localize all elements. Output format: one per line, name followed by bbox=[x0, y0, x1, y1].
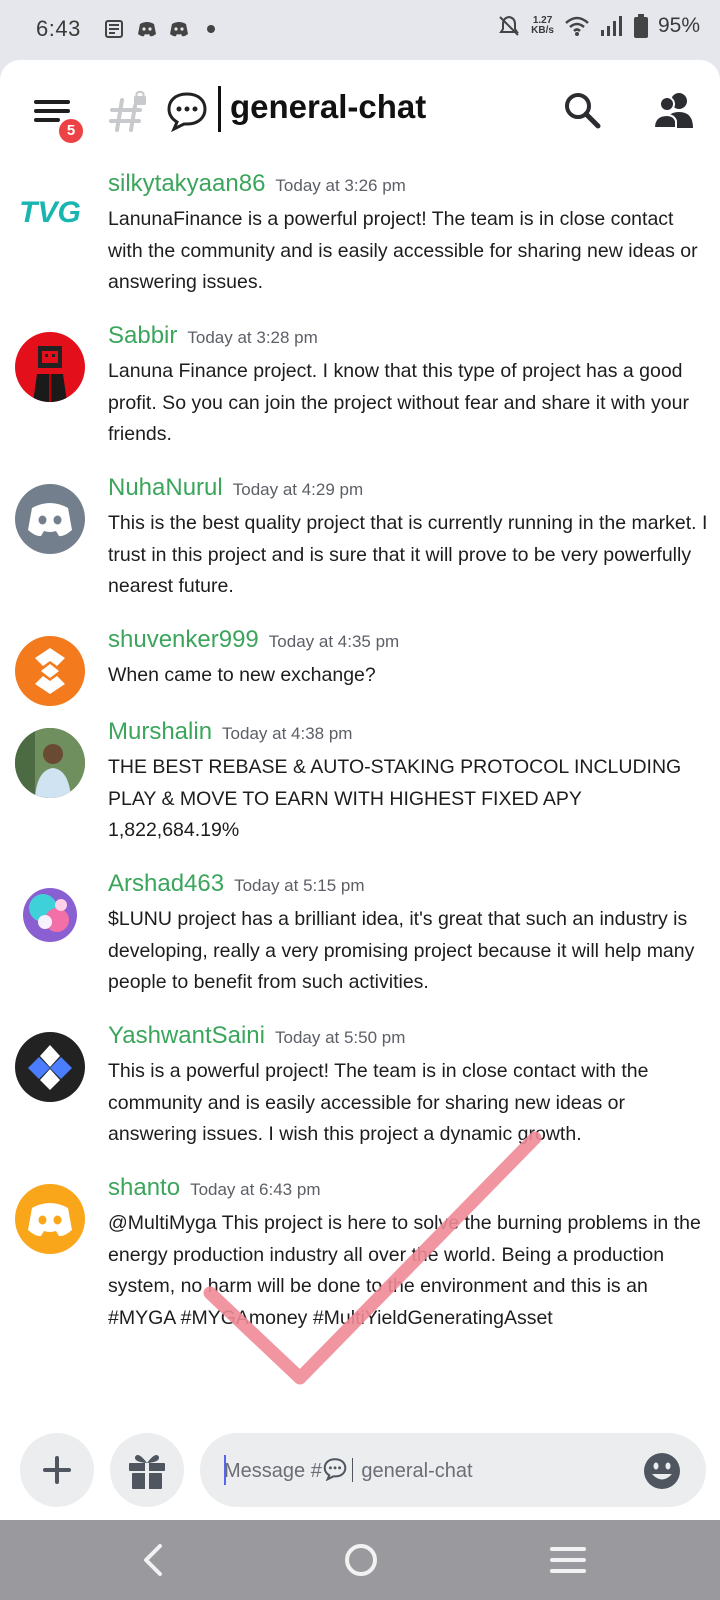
locked-hash-icon bbox=[109, 90, 146, 132]
members-icon[interactable] bbox=[652, 90, 696, 130]
menu-bar-line bbox=[34, 118, 60, 122]
discord-notif-icon bbox=[138, 22, 156, 37]
discord-notif-icon-2 bbox=[170, 22, 188, 37]
avatar[interactable] bbox=[15, 1184, 85, 1254]
username[interactable]: Arshad463 bbox=[108, 870, 224, 897]
username[interactable]: silkytakyaan86 bbox=[108, 170, 265, 197]
emoji-icon[interactable] bbox=[642, 1451, 682, 1491]
person-photo-icon bbox=[15, 728, 85, 798]
news-icon bbox=[105, 20, 123, 38]
message-list[interactable]: TVG silkytakyaan86 Today at 3:26 pm Lanun… bbox=[0, 160, 720, 1460]
avatar[interactable] bbox=[15, 332, 85, 402]
message-meta: Arshad463 Today at 5:15 pm bbox=[108, 870, 365, 898]
avatar[interactable] bbox=[15, 484, 85, 554]
red-robot-icon bbox=[33, 346, 67, 402]
speech-bubble-icon bbox=[323, 1458, 347, 1482]
timestamp: Today at 5:15 pm bbox=[234, 876, 365, 895]
message-text: LanunaFinance is a powerful project! The… bbox=[108, 208, 698, 293]
back-nav-icon[interactable] bbox=[132, 1540, 176, 1580]
username[interactable]: Sabbir bbox=[108, 322, 177, 349]
channel-header: 5 general-chat bbox=[0, 60, 720, 168]
placeholder-divider bbox=[351, 1458, 354, 1482]
recents-nav-icon[interactable] bbox=[546, 1540, 590, 1580]
message-text: THE BEST REBASE & AUTO-STAKING PROTOCOL … bbox=[108, 756, 682, 841]
status-time: 6:43 bbox=[36, 16, 81, 41]
signal-icon bbox=[600, 16, 622, 36]
battery-percent: 95% bbox=[657, 14, 700, 37]
timestamp: Today at 6:43 pm bbox=[190, 1180, 321, 1199]
tvg-logo-icon: TVG bbox=[19, 196, 81, 229]
plus-icon bbox=[43, 1456, 71, 1484]
message-placeholder: Message # general-chat bbox=[224, 1457, 473, 1483]
avatar[interactable] bbox=[15, 636, 85, 706]
message-meta: Murshalin Today at 4:38 pm bbox=[108, 718, 352, 746]
gift-icon bbox=[129, 1455, 165, 1489]
username[interactable]: shuvenker999 bbox=[108, 626, 259, 653]
message-text: Lanuna Finance project. I know that this… bbox=[108, 360, 689, 445]
timestamp: Today at 4:35 pm bbox=[268, 632, 400, 651]
status-right: 1.27 KB/s 95% bbox=[497, 14, 700, 38]
message-meta: Sabbir Today at 3:28 pm bbox=[108, 322, 318, 350]
message-text: $LUNU project has a brilliant idea, it's… bbox=[108, 908, 695, 993]
timestamp: Today at 5:50 pm bbox=[274, 1028, 406, 1047]
timestamp: Today at 3:28 pm bbox=[187, 328, 318, 347]
speech-bubble-icon bbox=[167, 92, 207, 132]
message-meta: silkytakyaan86 Today at 3:26 pm bbox=[108, 170, 406, 198]
avatar[interactable] bbox=[15, 1032, 85, 1102]
message-meta: NuhaNurul Today at 4:29 pm bbox=[108, 474, 363, 502]
mute-icon bbox=[499, 15, 520, 36]
timestamp: Today at 4:29 pm bbox=[232, 480, 364, 499]
username[interactable]: YashwantSaini bbox=[108, 1022, 265, 1049]
menu-button[interactable]: 5 bbox=[30, 90, 86, 146]
battery-icon bbox=[633, 14, 648, 38]
message-text: This is the best quality project that is… bbox=[108, 512, 708, 597]
avatar[interactable] bbox=[15, 880, 85, 950]
colorful-art-icon bbox=[23, 888, 77, 942]
avatar[interactable]: TVG bbox=[15, 176, 85, 246]
svg-text:TVG: TVG bbox=[19, 196, 81, 229]
channel-title: general-chat bbox=[230, 88, 427, 125]
menu-bar-line bbox=[34, 100, 70, 104]
menu-bar-line bbox=[34, 109, 70, 113]
message-text: @MultiMyga This project is here to solve… bbox=[108, 1212, 701, 1329]
message-meta: shanto Today at 6:43 pm bbox=[108, 1174, 320, 1202]
message-composer: Message # general-chat bbox=[0, 1430, 720, 1520]
app-surface: 5 general-chat TVG silkytakyaan86 Today … bbox=[0, 60, 720, 1520]
status-notification-icons bbox=[104, 18, 222, 40]
orange-diamond-icon bbox=[35, 648, 65, 694]
system-nav-bar bbox=[0, 1520, 720, 1600]
avatar[interactable] bbox=[15, 728, 85, 798]
net-speed: 1.27 KB/s bbox=[531, 15, 554, 36]
status-bar: 6:43 1.27 KB/s 95% bbox=[0, 0, 720, 60]
discord-logo-icon bbox=[28, 1203, 72, 1237]
timestamp: Today at 4:38 pm bbox=[222, 724, 353, 743]
discord-logo-icon bbox=[28, 503, 72, 537]
title-divider bbox=[218, 86, 221, 132]
message-text: When came to new exchange? bbox=[108, 664, 376, 686]
timestamp: Today at 3:26 pm bbox=[275, 176, 406, 195]
username[interactable]: NuhaNurul bbox=[108, 474, 223, 501]
message-meta: shuvenker999 Today at 4:35 pm bbox=[108, 626, 399, 654]
username[interactable]: Murshalin bbox=[108, 718, 212, 745]
search-icon[interactable] bbox=[562, 90, 602, 130]
add-attachment-button[interactable] bbox=[20, 1433, 94, 1507]
home-nav-icon[interactable] bbox=[339, 1540, 383, 1580]
username[interactable]: shanto bbox=[108, 1174, 180, 1201]
message-meta: YashwantSaini Today at 5:50 pm bbox=[108, 1022, 405, 1050]
blue-diamond-icon bbox=[28, 1045, 72, 1090]
message-input[interactable]: Message # general-chat bbox=[200, 1433, 706, 1507]
gift-button[interactable] bbox=[110, 1433, 184, 1507]
notification-badge: 5 bbox=[56, 116, 86, 146]
message-text: This is a powerful project! The team is … bbox=[108, 1060, 649, 1145]
wifi-icon bbox=[565, 16, 589, 36]
dot-icon bbox=[207, 25, 215, 33]
